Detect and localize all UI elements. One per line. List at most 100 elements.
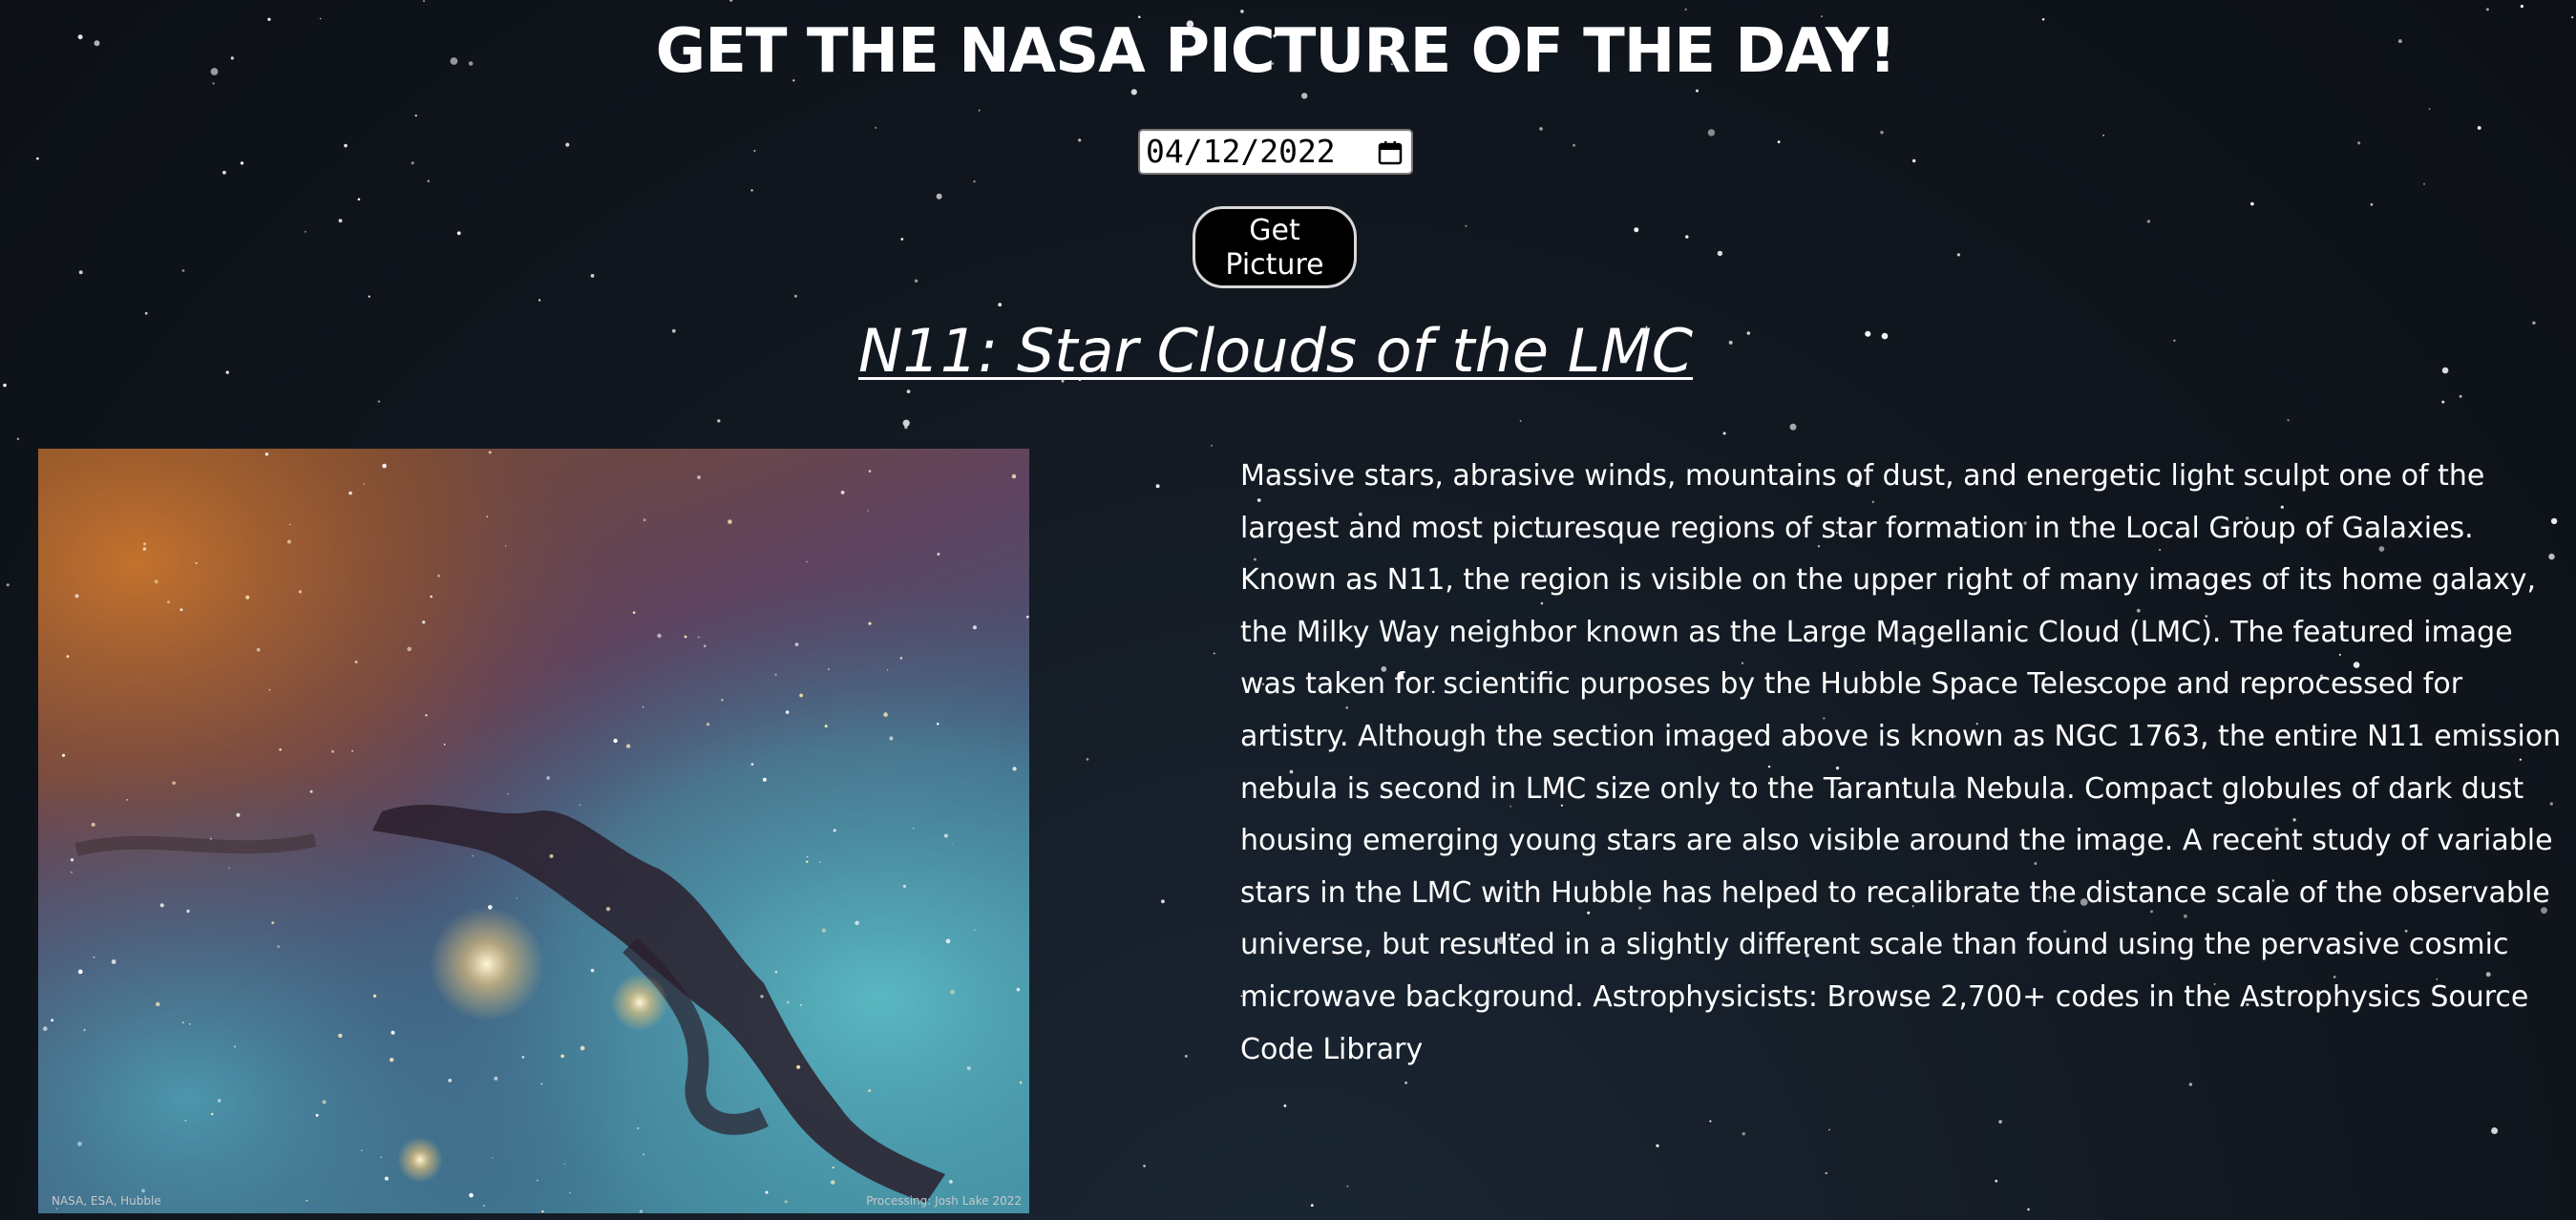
nebula-star xyxy=(855,920,859,926)
get-picture-button[interactable]: Get Picture xyxy=(1193,206,1357,288)
nebula-star xyxy=(354,661,358,663)
nebula-star xyxy=(425,714,428,717)
nebula-star xyxy=(540,1083,543,1085)
nebula-star xyxy=(824,725,828,728)
nebula-star xyxy=(93,956,95,958)
nebula-star xyxy=(516,897,517,899)
nebula-star xyxy=(972,625,977,630)
nebula-star xyxy=(482,1205,485,1207)
nebula-star xyxy=(643,1153,644,1156)
nebula-star xyxy=(625,744,631,748)
nebula-star xyxy=(868,470,872,473)
nebula-star xyxy=(154,579,158,584)
nebula-star xyxy=(590,968,595,973)
nebula-star xyxy=(840,491,845,494)
nebula-star xyxy=(141,1188,145,1193)
nebula-star xyxy=(560,1054,564,1059)
nebula-star xyxy=(279,748,282,751)
nebula-star xyxy=(831,1180,835,1185)
nebula-star xyxy=(488,905,493,910)
apod-explanation: Massive stars, abrasive winds, mountains… xyxy=(1240,459,2562,1066)
nebula-star xyxy=(505,545,507,547)
nebula-star xyxy=(331,749,334,753)
nebula-star xyxy=(289,523,291,526)
nebula-star xyxy=(372,994,377,998)
nebula-star xyxy=(605,907,611,912)
nebula-star xyxy=(443,744,446,746)
nebula-star xyxy=(697,475,701,479)
nebula-star xyxy=(549,853,554,858)
nebula-star xyxy=(827,668,830,670)
nebula-star xyxy=(563,1163,565,1165)
nebula-star xyxy=(488,451,492,454)
nebula-star xyxy=(91,822,95,827)
page-title: GET THE NASA PICTURE OF THE DAY! xyxy=(655,16,1897,87)
nebula-star xyxy=(937,553,940,556)
nebula-star xyxy=(189,1022,191,1025)
nebula-star xyxy=(271,921,275,925)
nebula-star xyxy=(156,1001,160,1007)
nebula-star xyxy=(172,781,176,785)
nebula-star xyxy=(819,861,821,863)
nebula-star xyxy=(195,561,198,565)
nebula-star xyxy=(182,1021,184,1023)
nebula-star xyxy=(868,1089,872,1093)
nebula-star xyxy=(765,1190,769,1194)
nebula-star xyxy=(71,871,73,873)
nebula-star xyxy=(899,657,903,660)
nebula-star xyxy=(437,574,440,578)
nebula-star xyxy=(784,1200,788,1204)
nebula-star xyxy=(507,793,509,795)
nebula-star xyxy=(322,1100,327,1104)
nebula-star xyxy=(469,1192,474,1198)
nebula-star xyxy=(697,636,700,639)
nebula-star xyxy=(217,1099,222,1103)
nebula-star xyxy=(787,1000,790,1004)
nebula-star xyxy=(706,723,710,726)
nebula-star xyxy=(1026,615,1029,619)
nebula-star xyxy=(950,989,955,995)
nebula-star xyxy=(945,938,951,944)
nebula-star xyxy=(889,736,894,741)
nebula-star xyxy=(384,1176,389,1181)
nebula-star xyxy=(66,655,70,658)
nebula-star xyxy=(380,1156,382,1158)
nebula-star xyxy=(537,1179,538,1182)
nebula-star xyxy=(233,1045,236,1048)
nebula-star xyxy=(351,749,353,752)
nebula-star xyxy=(391,1030,395,1035)
nebula-star xyxy=(83,1028,86,1032)
nebula-star xyxy=(1012,767,1017,771)
nebula-star xyxy=(728,519,732,524)
nebula-star xyxy=(943,833,948,838)
nebula-star xyxy=(1019,1081,1023,1084)
nebula-star xyxy=(184,1120,187,1122)
nebula-star xyxy=(806,860,809,863)
nebula-star xyxy=(580,1045,585,1051)
nebula-star xyxy=(448,1079,453,1083)
nebula-star xyxy=(43,1026,48,1031)
nebula-star xyxy=(799,693,803,698)
nebula-star xyxy=(277,945,280,948)
nebula-star xyxy=(868,621,872,625)
nebula-star xyxy=(721,699,724,702)
calendar-icon[interactable] xyxy=(1377,139,1404,166)
nebula-star xyxy=(494,1076,498,1081)
nebula-star xyxy=(126,799,129,801)
nebula-star xyxy=(77,969,83,975)
nebula-star xyxy=(167,600,170,603)
nebula-star xyxy=(886,669,889,671)
image-credit-right: Processing: Josh Lake 2022 xyxy=(866,1194,1022,1208)
nebula-star xyxy=(315,1113,319,1117)
nebula-star xyxy=(643,518,646,522)
page: GET THE NASA PICTURE OF THE DAY! 04/12/2… xyxy=(0,0,2576,1220)
nebula-star xyxy=(492,1157,494,1159)
nebula-star xyxy=(703,644,707,648)
nebula-star xyxy=(159,903,164,908)
nebula-star xyxy=(966,1066,971,1071)
nebula-star xyxy=(382,463,387,469)
nebula-star xyxy=(799,1003,803,1007)
nebula-star xyxy=(796,1064,801,1069)
nebula-star xyxy=(750,763,754,766)
date-input[interactable]: 04/12/2022 xyxy=(1138,129,1413,175)
